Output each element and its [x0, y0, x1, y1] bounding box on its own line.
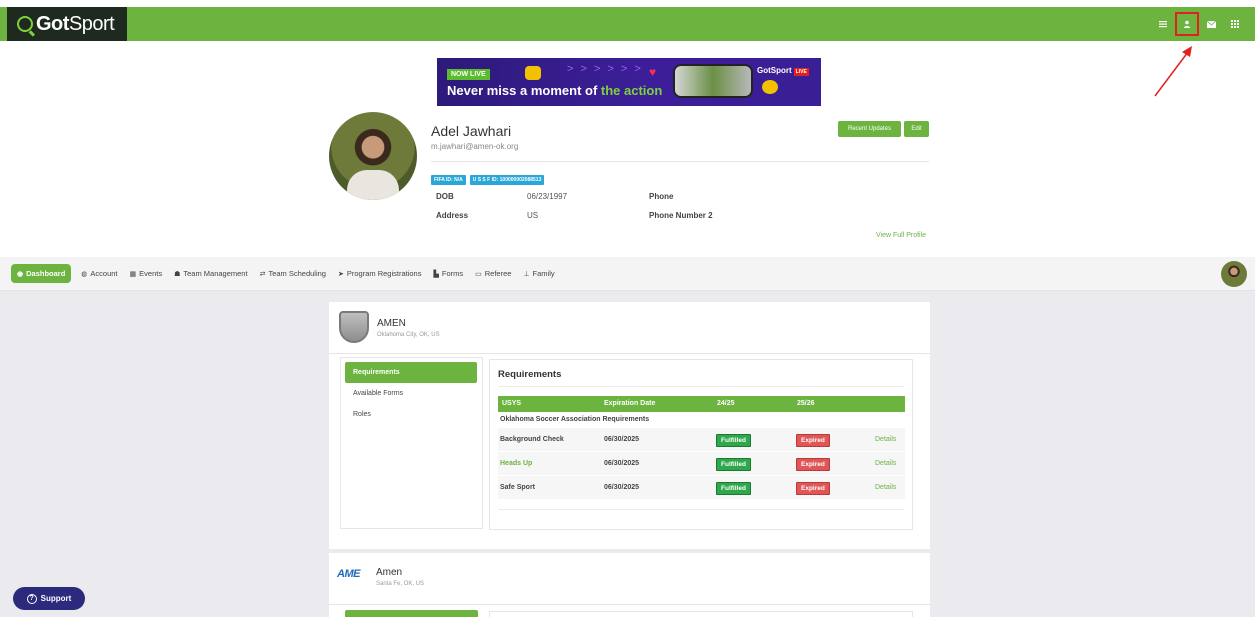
mail-icon[interactable] — [1199, 12, 1223, 36]
status-badge-fulfilled: Fulfilled — [716, 482, 751, 495]
shield-icon — [339, 311, 369, 343]
org-location: Oklahoma City, OK, US — [377, 332, 440, 338]
now-live-badge: NOW LIVE — [447, 69, 490, 80]
list-icon[interactable] — [1151, 12, 1175, 36]
requirement-date: 06/30/2025 — [604, 436, 640, 443]
table-row — [498, 476, 905, 499]
support-button[interactable]: ? Support — [13, 587, 85, 610]
dob-value: 06/23/1997 — [527, 192, 568, 201]
side-item-roles[interactable]: Roles — [353, 411, 371, 418]
requirements-section-title: Oklahoma Soccer Association Requirements — [500, 416, 650, 423]
help-icon: ? — [26, 593, 37, 604]
sitemap-icon: ⊥ — [523, 270, 530, 278]
requirement-name-link[interactable]: Heads Up — [500, 460, 532, 467]
column-2425: 24/25 — [717, 400, 735, 407]
phone-label: Phone — [649, 192, 674, 201]
send-icon: ➤ — [337, 270, 344, 278]
amen-logo: AME — [337, 568, 360, 580]
phone2-label: Phone Number 2 — [649, 211, 713, 220]
column-expiration-date: Expiration Date — [604, 400, 656, 407]
details-link[interactable]: Details — [875, 460, 896, 467]
swap-icon: ⇄ — [259, 270, 266, 278]
side-item-available-forms[interactable]: Available Forms — [353, 390, 403, 397]
column-usys: USYS — [502, 400, 522, 407]
banner-headline: Never miss a moment of the action — [447, 83, 663, 98]
phone-graphic — [673, 64, 753, 98]
dashboard-icon: ◉ — [17, 270, 24, 278]
profile-divider — [431, 161, 929, 162]
profile-email: m.jawhari@amen-ok.org — [431, 142, 519, 151]
dob-label: DOB — [436, 192, 454, 201]
grid-icon[interactable] — [1223, 12, 1247, 36]
org-name: Amen — [376, 567, 403, 578]
edit-button[interactable]: Edit — [904, 121, 929, 137]
status-badge-fulfilled: Fulfilled — [716, 458, 751, 471]
promo-banner[interactable]: NOW LIVE > > > > > > ♥ GotSport LIVE Neve… — [437, 58, 821, 106]
heart-icon: ♥ — [649, 65, 657, 79]
recent-updates-button[interactable]: Recent Updates — [838, 121, 901, 137]
nav-dashboard[interactable]: ◉ Dashboard — [11, 264, 72, 283]
ussf-id-badge: U S S F ID: 100000002088513 — [469, 175, 545, 185]
requirement-date: 06/30/2025 — [604, 460, 640, 467]
requirements-panel-2 — [489, 611, 913, 617]
side-item-requirements-2[interactable] — [345, 610, 478, 617]
nav-forms[interactable]: ▙ Forms — [427, 264, 469, 283]
nav-referee[interactable]: ▭ Referee — [469, 264, 517, 283]
main-nav: ◉ Dashboard ◍ Account ▦ Events ☗ Team Manage… — [0, 257, 1255, 291]
user-avatar-small[interactable] — [1221, 261, 1247, 287]
nav-team-scheduling[interactable]: ⇄ Team Scheduling — [254, 264, 332, 283]
address-label: Address — [436, 211, 469, 220]
details-link[interactable]: Details — [875, 484, 896, 491]
requirements-table-header — [498, 396, 905, 412]
calendar-icon: ▦ — [129, 270, 137, 278]
profile-name: Adel Jawhari — [431, 123, 512, 139]
table-row — [498, 452, 905, 475]
calendar-icon: ▭ — [475, 270, 482, 278]
card-divider — [329, 604, 930, 605]
org-name: AMEN — [377, 318, 406, 329]
requirements-title: Requirements — [498, 369, 562, 380]
gotsport-logo[interactable]: GotSport — [7, 7, 127, 41]
address-value: US — [527, 211, 539, 220]
user-icon[interactable] — [1175, 12, 1199, 36]
nav-account[interactable]: ◍ Account — [75, 264, 123, 283]
banner-brand: GotSport LIVE — [757, 66, 809, 76]
view-full-profile-link[interactable]: View Full Profile — [876, 232, 926, 239]
annotation-arrow-icon — [1154, 46, 1192, 97]
column-2526: 25/26 — [797, 400, 815, 407]
details-link[interactable]: Details — [875, 436, 896, 443]
top-bar: GotSport — [0, 7, 1255, 41]
org-location: Santa Fe, OK, US — [376, 581, 425, 587]
file-icon: ▙ — [433, 270, 439, 278]
nav-team-management[interactable]: ☗ Team Management — [168, 264, 253, 283]
profile-avatar — [329, 112, 417, 200]
requirement-date: 06/30/2025 — [604, 484, 640, 491]
users-icon: ☗ — [174, 270, 181, 278]
chevrons-decor: > > > > > > — [567, 63, 643, 75]
status-badge-expired: Expired — [796, 482, 830, 495]
thumb-graphic — [762, 80, 778, 94]
status-badge-fulfilled: Fulfilled — [716, 434, 751, 447]
table-bottom-divider — [498, 509, 904, 510]
side-item-requirements[interactable]: Requirements — [345, 362, 477, 383]
top-icons — [1151, 7, 1247, 41]
logo-text: GotSport — [36, 12, 115, 35]
account-icon: ◍ — [81, 270, 88, 278]
fifa-id-badge: FIFA ID: N/A — [431, 175, 466, 185]
requirement-name: Background Check — [500, 436, 564, 443]
logo-mark-icon — [17, 16, 33, 32]
id-badges: FIFA ID: N/A U S S F ID: 100000002088513 — [431, 175, 545, 185]
requirement-name: Safe Sport — [500, 484, 536, 491]
status-badge-expired: Expired — [796, 434, 830, 447]
nav-family[interactable]: ⊥ Family — [517, 264, 560, 283]
status-badge-expired: Expired — [796, 458, 830, 471]
hand-wave-icon — [525, 66, 541, 80]
nav-events[interactable]: ▦ Events — [124, 264, 169, 283]
card-divider — [329, 353, 930, 354]
requirements-divider — [498, 386, 904, 387]
nav-program-registrations[interactable]: ➤ Program Registrations — [332, 264, 428, 283]
